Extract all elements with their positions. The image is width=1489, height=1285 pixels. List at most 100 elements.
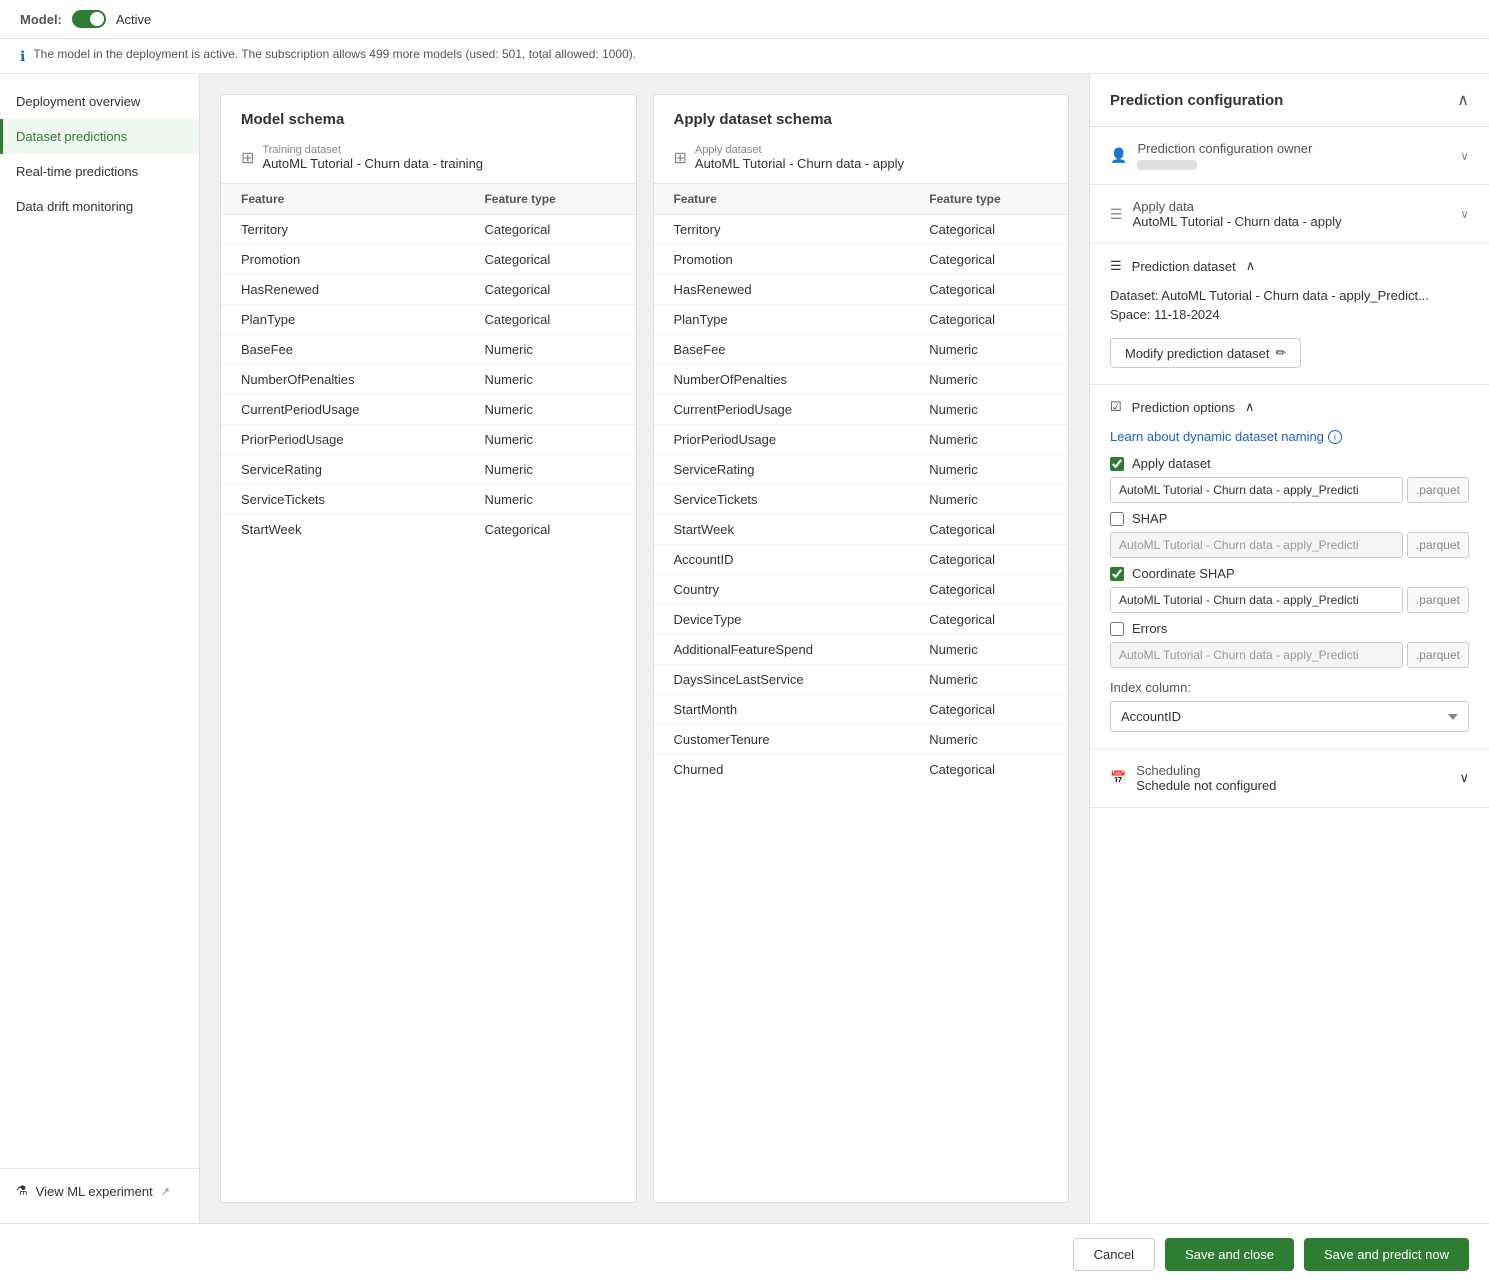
- table-row: BaseFeeNumeric: [654, 335, 1069, 365]
- footer-link-label: View ML experiment: [36, 1184, 153, 1199]
- scheduling-header[interactable]: 📅 Scheduling Schedule not configured ∨: [1090, 749, 1489, 807]
- index-column-select[interactable]: AccountID: [1110, 701, 1469, 732]
- model-schema-box: Model schema ⊞ Training dataset AutoML T…: [220, 94, 637, 1203]
- type-cell: Numeric: [909, 425, 1068, 455]
- save-close-button[interactable]: Save and close: [1165, 1238, 1294, 1271]
- table-row: ServiceTicketsNumeric: [221, 485, 636, 515]
- edit-icon: ✏: [1276, 345, 1287, 361]
- modify-prediction-dataset-button[interactable]: Modify prediction dataset ✏: [1110, 338, 1301, 368]
- sidebar-item-dataset-predictions[interactable]: Dataset predictions: [0, 119, 199, 154]
- model-dataset-name: AutoML Tutorial - Churn data - training: [262, 156, 483, 171]
- table-row: StartMonthCategorical: [654, 695, 1069, 725]
- scheduling-label: Scheduling: [1136, 763, 1449, 778]
- feature-cell: PlanType: [654, 305, 910, 335]
- shap-input[interactable]: [1110, 532, 1403, 558]
- shap-checkbox[interactable]: [1110, 512, 1124, 526]
- panel-title: Prediction configuration: [1110, 92, 1283, 109]
- scheduling-section: 📅 Scheduling Schedule not configured ∨: [1090, 749, 1489, 808]
- errors-suffix: .parquet: [1407, 642, 1469, 668]
- coordinate-shap-checkbox[interactable]: [1110, 567, 1124, 581]
- apply-dataset-checkbox[interactable]: [1110, 457, 1124, 471]
- errors-input[interactable]: [1110, 642, 1403, 668]
- learn-link[interactable]: Learn about dynamic dataset naming i: [1110, 429, 1342, 444]
- feature-cell: Promotion: [654, 245, 910, 275]
- model-col-type: Feature type: [464, 184, 635, 215]
- model-dataset-label: Training dataset: [262, 144, 483, 156]
- table-row: CustomerTenureNumeric: [654, 725, 1069, 755]
- type-cell: Numeric: [909, 455, 1068, 485]
- model-toggle[interactable]: [72, 10, 106, 28]
- apply-data-section-header[interactable]: ☰ Apply data AutoML Tutorial - Churn dat…: [1090, 185, 1489, 243]
- errors-checkbox[interactable]: [1110, 622, 1124, 636]
- feature-cell: StartWeek: [654, 515, 910, 545]
- feature-cell: ServiceRating: [654, 455, 910, 485]
- view-ml-experiment-link[interactable]: ⚗ View ML experiment ↗: [0, 1168, 199, 1213]
- feature-cell: HasRenewed: [654, 275, 910, 305]
- type-cell: Categorical: [909, 305, 1068, 335]
- apply-col-type: Feature type: [909, 184, 1068, 215]
- feature-cell: StartMonth: [654, 695, 910, 725]
- owner-section-header[interactable]: 👤 Prediction configuration owner ∨: [1090, 127, 1489, 184]
- cancel-button[interactable]: Cancel: [1073, 1238, 1155, 1271]
- apply-dataset-input-row: .parquet: [1110, 477, 1469, 503]
- coordinate-shap-suffix: .parquet: [1407, 587, 1469, 613]
- feature-cell: Promotion: [221, 245, 464, 275]
- table-row: HasRenewedCategorical: [221, 275, 636, 305]
- prediction-options-body: Learn about dynamic dataset naming i App…: [1090, 429, 1489, 748]
- scheduling-value: Schedule not configured: [1136, 778, 1449, 793]
- type-cell: Categorical: [909, 695, 1068, 725]
- prediction-options-chevron-icon: ∧: [1245, 399, 1255, 415]
- type-cell: Categorical: [464, 215, 635, 245]
- bottom-bar: Cancel Save and close Save and predict n…: [0, 1223, 1489, 1285]
- type-cell: Categorical: [464, 275, 635, 305]
- save-predict-button[interactable]: Save and predict now: [1304, 1238, 1469, 1271]
- errors-option-text: Errors: [1132, 621, 1167, 636]
- table-row: DaysSinceLastServiceNumeric: [654, 665, 1069, 695]
- feature-cell: DeviceType: [654, 605, 910, 635]
- prediction-dataset-label: Prediction dataset: [1132, 259, 1236, 274]
- sidebar-item-deployment-overview[interactable]: Deployment overview: [0, 84, 199, 119]
- coordinate-shap-option-text: Coordinate SHAP: [1132, 566, 1235, 581]
- type-cell: Numeric: [909, 335, 1068, 365]
- panel-collapse-button[interactable]: ∧: [1457, 90, 1469, 110]
- apply-dataset-input[interactable]: [1110, 477, 1403, 503]
- coordinate-shap-input[interactable]: [1110, 587, 1403, 613]
- type-cell: Numeric: [464, 455, 635, 485]
- model-schema-title: Model schema: [221, 95, 636, 136]
- table-row: CountryCategorical: [654, 575, 1069, 605]
- table-row: ChurnedCategorical: [654, 755, 1069, 785]
- type-cell: Numeric: [909, 635, 1068, 665]
- index-column-container: Index column: AccountID: [1110, 680, 1469, 732]
- table-row: AdditionalFeatureSpendNumeric: [654, 635, 1069, 665]
- prediction-dataset-section: ☰ Prediction dataset ∧ Dataset: AutoML T…: [1090, 244, 1489, 385]
- model-schema-dataset-header: ⊞ Training dataset AutoML Tutorial - Chu…: [221, 136, 636, 183]
- feature-cell: StartWeek: [221, 515, 464, 545]
- table-row: PriorPeriodUsageNumeric: [654, 425, 1069, 455]
- person-icon: 👤: [1110, 147, 1127, 164]
- calendar-icon: 📅: [1110, 770, 1126, 786]
- prediction-options-header[interactable]: ☑ Prediction options ∧: [1090, 385, 1489, 429]
- type-cell: Numeric: [464, 365, 635, 395]
- sidebar-item-data-drift-monitoring[interactable]: Data drift monitoring: [0, 189, 199, 224]
- feature-cell: PriorPeriodUsage: [221, 425, 464, 455]
- prediction-dataset-header[interactable]: ☰ Prediction dataset ∧: [1090, 244, 1489, 288]
- type-cell: Categorical: [909, 755, 1068, 785]
- errors-option: Errors .parquet: [1110, 621, 1469, 668]
- sidebar-item-realtime-predictions[interactable]: Real-time predictions: [0, 154, 199, 189]
- apply-dataset-option: Apply dataset .parquet: [1110, 456, 1469, 503]
- table-row: BaseFeeNumeric: [221, 335, 636, 365]
- type-cell: Categorical: [464, 515, 635, 545]
- type-cell: Numeric: [909, 365, 1068, 395]
- apply-schema-table: Feature Feature type TerritoryCategorica…: [654, 183, 1069, 784]
- feature-cell: ServiceTickets: [654, 485, 910, 515]
- coordinate-shap-input-row: .parquet: [1110, 587, 1469, 613]
- apply-dataset-info: Apply dataset AutoML Tutorial - Churn da…: [695, 144, 904, 171]
- apply-database-icon: ⊞: [674, 148, 687, 168]
- type-cell: Numeric: [909, 665, 1068, 695]
- feature-cell: HasRenewed: [221, 275, 464, 305]
- apply-dataset-option-text: Apply dataset: [1132, 456, 1211, 471]
- type-cell: Numeric: [464, 335, 635, 365]
- apply-schema-dataset-header: ⊞ Apply dataset AutoML Tutorial - Churn …: [654, 136, 1069, 183]
- model-col-feature: Feature: [221, 184, 464, 215]
- apply-dataset-name: AutoML Tutorial - Churn data - apply: [695, 156, 904, 171]
